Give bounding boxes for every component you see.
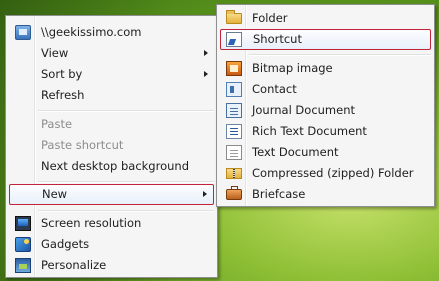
bitmap-image-icon (226, 61, 242, 76)
menu-item-label: Sort by (41, 67, 83, 81)
personalize-icon (15, 258, 31, 273)
menu-item-label: Journal Document (252, 103, 356, 117)
menu-item-label: View (41, 46, 69, 60)
submenu-item-journal-document[interactable]: Journal Document (220, 100, 431, 121)
menu-item-label: Paste (41, 117, 73, 131)
menu-item-label: Rich Text Document (252, 124, 367, 138)
menu-item-next-desktop-background[interactable]: Next desktop background (9, 156, 214, 177)
submenu-item-folder[interactable]: Folder (220, 8, 431, 29)
journal-document-icon (226, 103, 242, 118)
new-submenu: Folder Shortcut Bitmap image Contact Jou… (216, 4, 435, 207)
network-drive-icon (15, 25, 31, 40)
menu-item-label: Shortcut (253, 32, 302, 46)
menu-item-label: Next desktop background (41, 159, 189, 173)
menu-separator (38, 110, 214, 112)
menu-item-label: Compressed (zipped) Folder (252, 166, 414, 180)
menu-item-label: Paste shortcut (41, 138, 124, 152)
menu-item-label: Contact (252, 82, 297, 96)
contact-icon (226, 82, 242, 97)
menu-item-personalize[interactable]: Personalize (9, 255, 214, 276)
submenu-arrow-icon (203, 191, 207, 197)
submenu-arrow-icon (204, 71, 208, 77)
menu-item-sort-by[interactable]: Sort by (9, 64, 214, 85)
menu-separator (38, 181, 214, 183)
menu-item-gadgets[interactable]: Gadgets (9, 234, 214, 255)
menu-item-label: Refresh (41, 88, 85, 102)
submenu-item-briefcase[interactable]: Briefcase (220, 184, 431, 205)
briefcase-icon (226, 186, 242, 200)
menu-item-label: Screen resolution (41, 216, 142, 230)
menu-item-new[interactable]: New (9, 184, 214, 205)
zip-folder-icon (226, 168, 242, 179)
submenu-arrow-icon (204, 50, 208, 56)
menu-item-view[interactable]: View (9, 43, 214, 64)
submenu-item-bitmap-image[interactable]: Bitmap image (220, 58, 431, 79)
rich-text-document-icon (226, 124, 242, 139)
submenu-item-contact[interactable]: Contact (220, 79, 431, 100)
menu-item-geekissimo[interactable]: \\geekissimo.com (9, 22, 214, 43)
menu-item-label: Folder (252, 11, 288, 25)
folder-icon (226, 10, 242, 24)
menu-item-screen-resolution[interactable]: Screen resolution (9, 213, 214, 234)
menu-item-label: Gadgets (41, 237, 90, 251)
screen-resolution-icon (15, 216, 31, 231)
menu-item-paste[interactable]: Paste (9, 114, 214, 135)
menu-item-label: Text Document (252, 145, 339, 159)
gadgets-icon (15, 237, 31, 252)
menu-separator (249, 54, 431, 56)
menu-item-label: Bitmap image (252, 61, 333, 75)
menu-item-label: \\geekissimo.com (41, 25, 142, 39)
menu-item-paste-shortcut[interactable]: Paste shortcut (9, 135, 214, 156)
menu-item-refresh[interactable]: Refresh (9, 85, 214, 106)
submenu-item-rich-text-document[interactable]: Rich Text Document (220, 121, 431, 142)
submenu-item-compressed-folder[interactable]: Compressed (zipped) Folder (220, 163, 431, 184)
desktop-context-menu: \\geekissimo.com View Sort by Refresh Pa… (5, 15, 218, 278)
menu-item-label: New (42, 187, 68, 201)
shortcut-icon (226, 32, 242, 47)
menu-item-label: Personalize (41, 258, 107, 272)
submenu-item-text-document[interactable]: Text Document (220, 142, 431, 163)
submenu-item-shortcut[interactable]: Shortcut (220, 29, 431, 50)
menu-separator (38, 210, 214, 212)
text-document-icon (226, 145, 242, 160)
menu-item-label: Briefcase (252, 187, 306, 201)
